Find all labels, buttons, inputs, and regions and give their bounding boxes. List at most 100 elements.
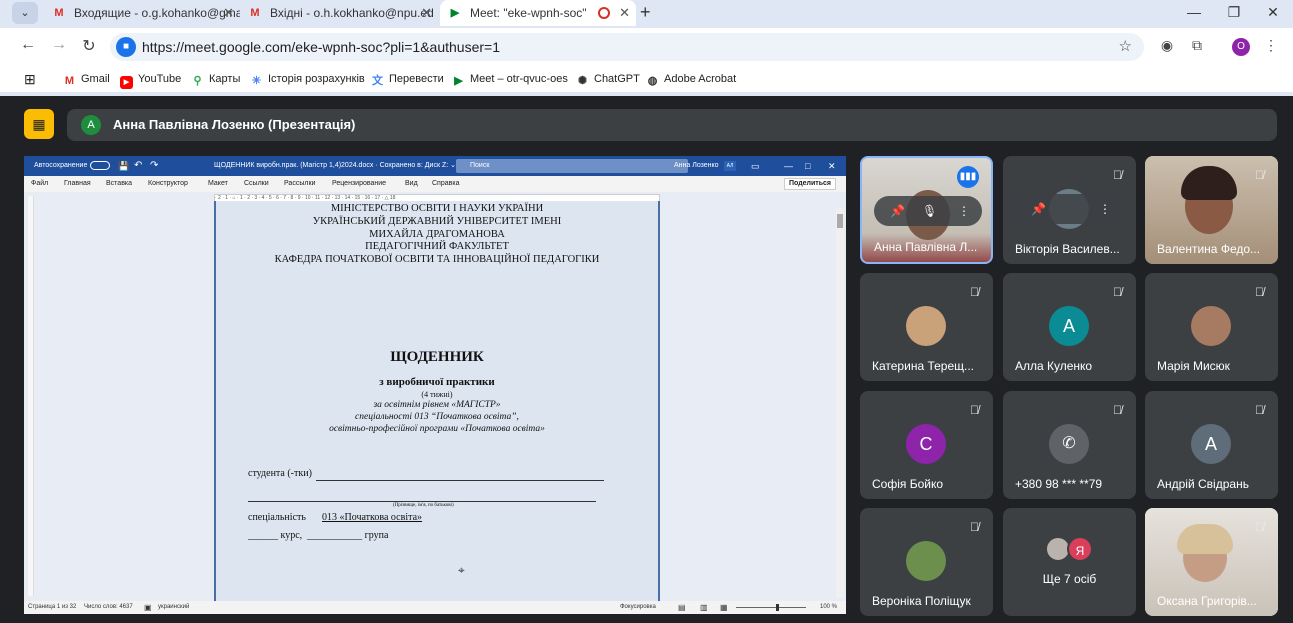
menu-item[interactable]: Рассылки — [284, 176, 315, 192]
participant-tile[interactable]: 🎙̸ Вероніка Поліщук — [860, 508, 993, 616]
mute-icon[interactable]: 🎙 — [922, 196, 937, 226]
doc-line: (4 тижні) — [421, 390, 453, 399]
extension-icon[interactable]: ◉ — [1157, 37, 1177, 54]
tile-controls[interactable]: 📌 ⋮ — [1015, 194, 1123, 224]
save-icon[interactable]: 💾 — [118, 156, 129, 176]
participant-photo — [1191, 306, 1231, 346]
new-tab-button[interactable]: + — [640, 0, 651, 24]
menu-item[interactable]: Файл — [31, 176, 48, 192]
close-icon[interactable]: ✕ — [828, 156, 836, 176]
bookmark-star-icon[interactable]: ☆ — [1119, 37, 1132, 55]
undo-icon[interactable]: ↶ — [134, 156, 142, 176]
word-scrollbar[interactable] — [836, 208, 844, 598]
more-options-icon[interactable]: ⋮ — [1099, 194, 1111, 224]
speaking-indicator-icon: ▮▮▮ — [957, 166, 979, 188]
bookmark-translate[interactable]: 文 Перевести — [371, 66, 444, 92]
participant-tile[interactable]: А 🎙̸ Андрій Свідрань — [1145, 391, 1278, 499]
bookmark-history[interactable]: ✳ Історія розрахунків — [250, 66, 365, 92]
focus-button[interactable]: Фокусировка — [620, 601, 656, 614]
participant-tile[interactable]: А 🎙̸ Алла Куленко — [1003, 273, 1136, 381]
others-tile[interactable]: Я Ще 7 осіб — [1003, 508, 1136, 616]
minimize-icon[interactable]: — — [784, 156, 793, 176]
maximize-icon[interactable]: ❐ — [1214, 0, 1254, 26]
proofing-icon[interactable]: ▣ — [144, 601, 152, 614]
bookmark-acrobat[interactable]: ◍ Adobe Acrobat — [646, 66, 736, 92]
doc-line: УКРАЇНСЬКИЙ ДЕРЖАВНИЙ УНІВЕРСИТЕТ ІМЕНІ — [312, 216, 562, 227]
participant-tile[interactable]: С 🎙̸ Софія Бойко — [860, 391, 993, 499]
doc-line: освітньо-професійної програми «Початкова… — [329, 424, 545, 434]
url-text[interactable]: https://meet.google.com/eke-wpnh-soc?pli… — [142, 33, 500, 61]
zoom-thumb[interactable] — [776, 604, 779, 611]
close-icon[interactable]: ✕ — [223, 0, 234, 26]
word-statusbar: Страница 1 из 32 Число слов: 4637 ▣ укра… — [24, 601, 846, 614]
profile-avatar[interactable]: O — [1232, 38, 1250, 56]
close-icon[interactable]: ✕ — [421, 0, 432, 26]
participant-tile[interactable]: 🎙̸ Валентина Федо... — [1145, 156, 1278, 264]
mic-off-icon: 🎙̸ — [1113, 403, 1122, 417]
recording-icon — [598, 7, 610, 19]
reload-icon[interactable]: ↻ — [78, 36, 100, 56]
menu-item[interactable]: Вид — [405, 176, 418, 192]
shared-screen[interactable]: Автосохранение 💾 ↶ ↷ ЩОДЕННИК виробн.пра… — [24, 156, 846, 614]
menu-item[interactable]: Рецензирование — [332, 176, 386, 192]
menu-item[interactable]: Конструктор — [148, 176, 188, 192]
mic-off-icon: 🎙̸ — [1113, 168, 1122, 182]
zoom-slider[interactable] — [736, 607, 806, 608]
mic-off-icon: 🎙̸ — [1255, 168, 1264, 182]
presentation-title: Анна Павлівна Лозенко (Презентація) — [113, 117, 356, 132]
tab-search-button[interactable]: ⌄ — [12, 2, 38, 24]
print-layout-icon[interactable]: ▥ — [700, 601, 708, 614]
document-page[interactable]: МІНІСТЕРСТВО ОСВІТИ І НАУКИ УКРАЇНИ УКРА… — [214, 201, 660, 601]
minimize-icon[interactable]: — — [1174, 0, 1214, 26]
pin-icon[interactable]: 📌 — [890, 196, 905, 226]
participant-tile[interactable]: 🎙̸ Марія Мисюк — [1145, 273, 1278, 381]
web-layout-icon[interactable]: ▦ — [720, 601, 728, 614]
redo-icon[interactable]: ↷ — [150, 156, 158, 176]
tab-gmail-1[interactable]: M Входящие - o.g.kohanko@gma ✕ — [44, 0, 240, 26]
address-bar[interactable]: ■ https://meet.google.com/eke-wpnh-soc?p… — [110, 33, 1144, 61]
participant-tile[interactable]: 📌 🎙 ⋮ ▮▮▮ Анна Павлівна Л... — [860, 156, 993, 264]
menu-item[interactable]: Вставка — [106, 176, 132, 192]
pin-icon[interactable]: 📌 — [1031, 194, 1046, 224]
spec-value: 013 «Початкова освіта» — [322, 512, 423, 523]
menu-item[interactable]: Макет — [208, 176, 228, 192]
menu-item[interactable]: Ссылки — [244, 176, 269, 192]
autosave-toggle[interactable] — [90, 161, 110, 170]
back-icon[interactable]: ← — [17, 36, 39, 54]
word-search[interactable]: Поиск — [456, 159, 688, 173]
tab-meet[interactable]: ▶ Meet: "eke-wpnh-soc" ✕ — [440, 0, 636, 26]
close-icon[interactable]: ✕ — [619, 0, 630, 26]
more-options-icon[interactable]: ⋮ — [958, 196, 970, 226]
participant-tile[interactable]: 🎙̸ Оксана Григорів... — [1145, 508, 1278, 616]
scroll-thumb[interactable] — [837, 214, 843, 228]
bookmark-chatgpt[interactable]: ✺ ChatGPT — [576, 66, 640, 92]
underline — [316, 480, 604, 481]
map-pin-icon: ⚲ — [193, 75, 202, 87]
presenter-avatar: А — [81, 115, 101, 135]
menu-item[interactable]: Справка — [432, 176, 459, 192]
bookmark-meet[interactable]: ▶ Meet – otr-qvuc-oes — [452, 66, 568, 92]
share-button[interactable]: Поделиться — [783, 178, 836, 190]
word-menu: Файл Главная Вставка Конструктор Макет С… — [24, 176, 846, 192]
user-badge: АЛ — [724, 161, 736, 171]
bookmark-gmail[interactable]: M Gmail — [63, 66, 110, 92]
apps-icon[interactable]: ⊞ — [24, 66, 36, 92]
puzzle-icon[interactable]: ⧉ — [1187, 37, 1207, 54]
ribbon-display-icon[interactable]: ▭ — [751, 156, 760, 176]
close-window-icon[interactable]: ✕ — [1253, 0, 1293, 26]
doc-subtitle: з виробничої практики — [379, 376, 495, 388]
bookmark-maps[interactable]: ⚲ Карты — [191, 66, 240, 92]
participant-tile[interactable]: 🎙̸ Катерина Терещ... — [860, 273, 993, 381]
bookmark-youtube[interactable]: ▶ YouTube — [120, 66, 181, 92]
site-info-icon[interactable]: ■ — [116, 37, 136, 57]
maximize-icon[interactable]: □ — [805, 156, 810, 176]
tab-gmail-2[interactable]: M Вхідні - o.h.kokhanko@npu.ed ✕ — [240, 0, 438, 26]
menu-item[interactable]: Главная — [64, 176, 91, 192]
tile-controls[interactable]: 📌 🎙 ⋮ — [874, 196, 982, 226]
participant-tile[interactable]: 🎙̸ 📌 ⋮ Вікторія Василев... — [1003, 156, 1136, 264]
menu-icon[interactable]: ⋮ — [1261, 37, 1281, 54]
participant-tile[interactable]: ✆ 🎙̸ +380 98 *** **79 — [1003, 391, 1136, 499]
read-mode-icon[interactable]: ▤ — [678, 601, 686, 614]
stop-presentation-icon[interactable]: ▦ — [24, 109, 54, 139]
forward-icon[interactable]: → — [48, 36, 70, 54]
